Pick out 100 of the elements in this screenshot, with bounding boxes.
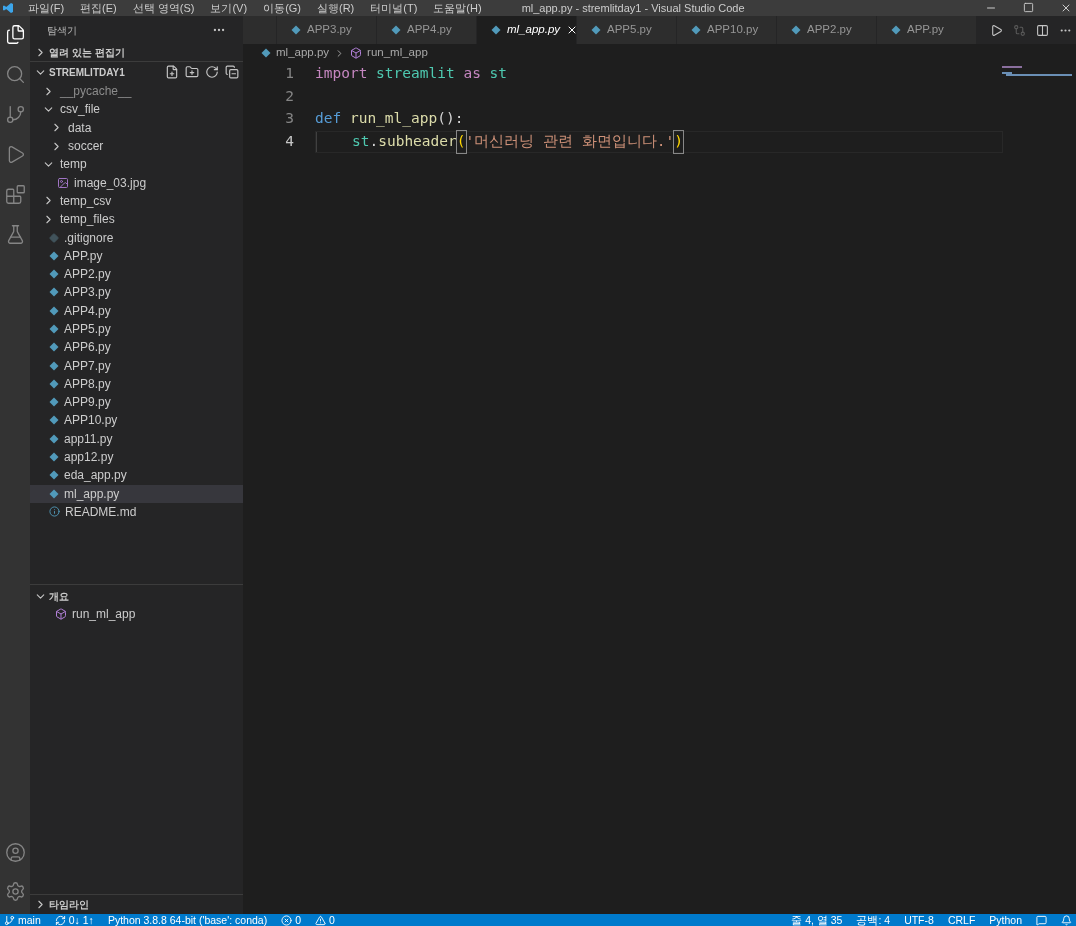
file-tree-item[interactable]: image_03.jpg [30,173,243,192]
line-number: 2 [284,86,294,106]
cube-icon [350,47,363,59]
account-icon[interactable] [4,842,26,863]
sidebar-title: 탐색기 [47,23,77,38]
file-tree-item[interactable]: temp_files [30,210,243,229]
python-file-icon [291,25,301,35]
python-file-icon [49,488,59,499]
python-file-icon [49,305,59,316]
file-tree-item[interactable]: APP.py [30,246,243,265]
file-tree-item[interactable]: app12.py [30,447,243,467]
file-tree-item[interactable]: README.md [30,502,243,522]
python-file-icon [49,452,59,463]
bell-icon[interactable] [1061,914,1072,926]
python-file-icon [49,415,59,426]
file-tree-item[interactable]: APP2.py [30,264,243,284]
status-item[interactable]: 0 [315,914,335,926]
breadcrumb-item[interactable]: ml_app.py [276,44,330,62]
python-file-icon [261,48,271,58]
settings-icon[interactable] [4,881,26,902]
editor-tab[interactable]: APP.py [877,16,977,44]
status-item[interactable]: 0↓ 1↑ [54,914,94,926]
status-item[interactable]: 줄 4, 열 35 [791,914,843,926]
status-item[interactable]: 0 [281,914,301,926]
new-folder-icon[interactable] [185,65,199,79]
file-tree-item[interactable]: ml_app.py [30,484,243,503]
menu-item[interactable]: 파일(F) [28,2,65,14]
python-file-icon [49,269,59,280]
app-logo-icon [2,2,14,14]
file-tree-item[interactable]: temp_csv [30,191,243,211]
code-line: import streamlit as st [315,64,509,84]
file-tree-item[interactable]: eda_app.py [30,466,243,485]
section-header[interactable]: 열려 있는 편집기 [49,45,125,60]
python-file-icon [391,25,401,35]
editor-tab[interactable]: APP10.py [677,16,777,44]
file-tree-item[interactable]: APP9.py [30,393,243,412]
status-item[interactable]: CRLF [947,914,976,926]
new-file-icon[interactable] [165,65,179,79]
menu-item[interactable]: 편집(E) [80,2,117,14]
outline-item[interactable]: run_ml_app [30,605,243,623]
file-tree-item[interactable]: data [30,118,243,137]
file-tree-item[interactable]: APP8.py [30,374,243,394]
file-tree-item[interactable]: APP5.py [30,319,243,339]
python-file-icon [891,25,901,35]
file-tree-item[interactable]: soccer [30,136,243,156]
files-icon[interactable] [4,24,26,45]
status-item[interactable]: main [4,914,41,926]
file-tree-item[interactable]: __pycache__ [30,82,243,101]
minimap-drawing [1002,66,1072,76]
branch-icon [4,914,15,926]
python-file-icon [49,378,59,389]
file-tree-item[interactable]: APP7.py [30,356,243,375]
file-tree-item[interactable]: csv_file [30,100,243,119]
image-file-icon [57,176,69,189]
collapse-icon[interactable] [225,65,239,79]
python-file-icon [49,470,59,481]
editor-tab[interactable]: APP3.py [277,16,377,44]
search-icon[interactable] [4,64,26,85]
window-title: ml_app.py - stremlitday1 - Visual Studio Code [521,2,745,14]
file-tree-item[interactable]: app11.py [30,429,243,448]
editor-tab[interactable]: ml_app.py [477,16,577,44]
file-tree-item[interactable]: APP4.py [30,301,243,320]
info-icon [49,506,60,518]
branch-icon[interactable] [4,104,26,125]
status-item[interactable]: UTF-8 [904,914,934,926]
line-number: 4 [284,131,294,151]
file-tree-item[interactable]: APP6.py [30,338,243,357]
maximize-icon[interactable] [1023,2,1034,13]
refresh-icon[interactable] [205,65,219,79]
status-item[interactable]: Python 3.8.8 64-bit ('base': conda) [107,914,268,926]
menu-item[interactable]: 이동(G) [263,2,301,14]
section-header[interactable]: 타임라인 [49,897,89,912]
section-header[interactable]: 개요 [49,588,69,604]
file-tree-item[interactable]: temp [30,155,243,174]
section-header[interactable]: STREMLITDAY1 [49,64,125,80]
blocks-icon[interactable] [4,184,26,205]
editor-tab[interactable]: APP2.py [777,16,877,44]
menu-item[interactable]: 터미널(T) [370,2,418,14]
python-file-icon [49,342,59,353]
file-tree-item[interactable]: APP10.py [30,411,243,430]
python-file-icon [791,25,801,35]
status-item[interactable]: 공백: 4 [856,914,891,926]
sync-icon [54,914,66,926]
menu-item[interactable]: 도움말(H) [433,2,482,14]
code-line: def run_ml_app(): [315,109,465,129]
editor-tab[interactable]: APP5.py [577,16,677,44]
editor-tab[interactable]: APP4.py [377,16,477,44]
file-tree-item[interactable]: APP3.py [30,283,243,302]
split-editor-icon[interactable] [1036,23,1049,37]
status-item[interactable]: Python [989,914,1022,926]
python-file-icon [591,25,601,35]
file-tree-item[interactable]: .gitignore [30,228,243,247]
feedback-icon[interactable] [1036,914,1047,926]
close-icon[interactable] [1060,2,1072,14]
menu-item[interactable]: 선택 영역(S) [132,2,195,14]
menu-item[interactable]: 실행(R) [317,2,355,14]
breadcrumb-item[interactable]: run_ml_app [367,44,428,62]
run-icon[interactable] [990,23,1003,37]
python-file-icon [691,25,701,35]
menu-item[interactable]: 보기(V) [210,2,248,14]
